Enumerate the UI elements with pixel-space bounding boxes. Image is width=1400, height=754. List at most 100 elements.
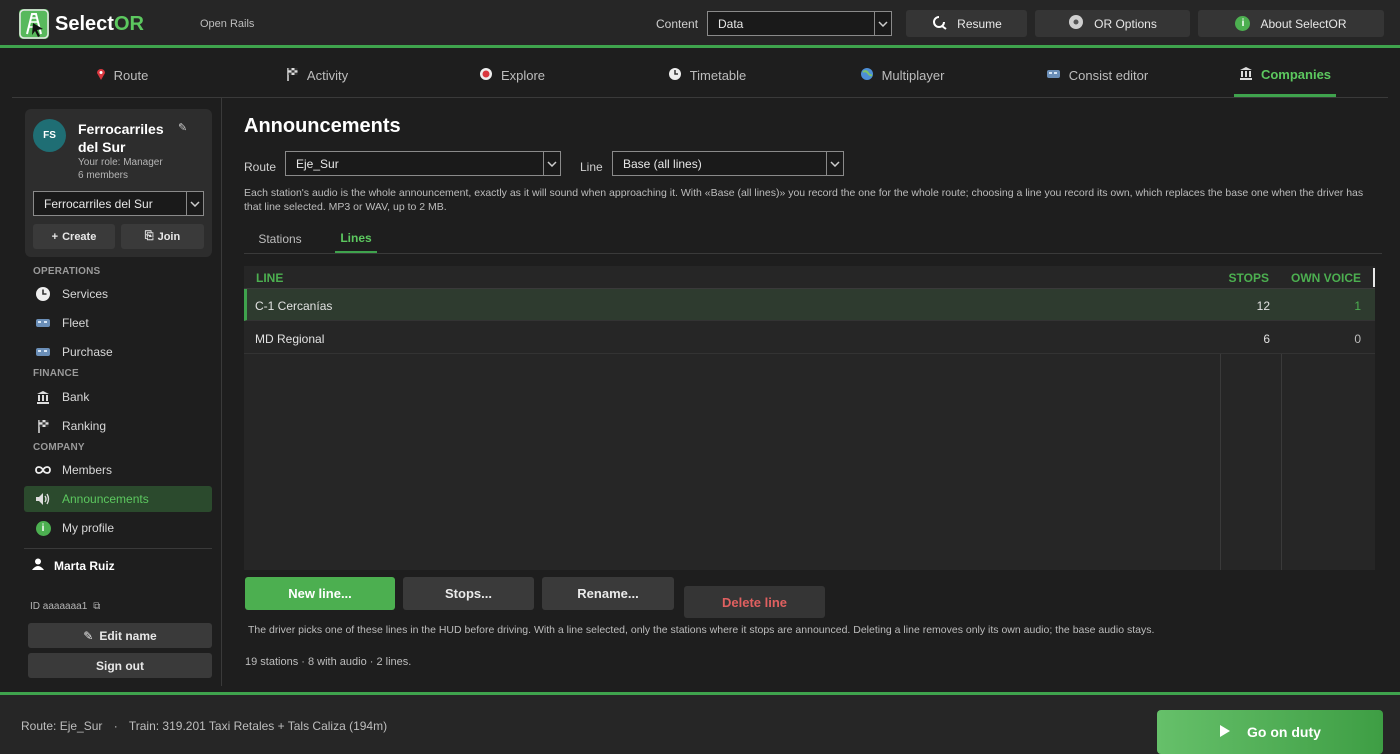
- create-company-button[interactable]: + Create: [33, 224, 115, 249]
- tab-stations[interactable]: Stations: [250, 224, 310, 253]
- tab-companies-label: Companies: [1260, 66, 1332, 82]
- edit-company-icon[interactable]: ✎: [178, 121, 187, 134]
- about-button[interactable]: i About SelectOR: [1198, 10, 1384, 37]
- rename-button[interactable]: Rename...: [542, 577, 674, 610]
- line-select[interactable]: Base (all lines): [612, 151, 844, 176]
- tab-timetable-label: Timetable: [689, 68, 747, 83]
- sidebar-item-fleet[interactable]: Fleet: [24, 310, 212, 336]
- resume-button[interactable]: Resume: [906, 10, 1027, 37]
- app-title-main: Select: [55, 13, 114, 35]
- sign-out-label: Sign out: [96, 658, 144, 673]
- line-select-value: Base (all lines): [623, 157, 702, 171]
- status-separator: ·: [113, 719, 118, 733]
- page-title: Announcements: [244, 115, 401, 137]
- flag-icon: [24, 419, 62, 433]
- cell-line: C-1 Cercanías: [255, 299, 333, 313]
- summary-text: 19 stations · 8 with audio · 2 lines.: [245, 656, 412, 668]
- go-on-duty-label: Go on duty: [1247, 724, 1321, 740]
- col-stops-header[interactable]: STOPS: [1229, 271, 1269, 285]
- divider: [24, 548, 212, 549]
- tab-multiplayer[interactable]: Multiplayer: [822, 54, 982, 97]
- app-title: SelectOR: [55, 13, 144, 36]
- tab-consist-editor-label: Consist editor: [1068, 68, 1149, 83]
- cell-line: MD Regional: [255, 332, 325, 346]
- sidebar-item-announcements[interactable]: Announcements: [24, 486, 212, 512]
- column-divider: [1281, 354, 1282, 570]
- delete-line-button[interactable]: Delete line: [684, 586, 825, 618]
- resume-label: Resume: [957, 16, 1002, 31]
- infinity-icon: [24, 465, 62, 475]
- table-row[interactable]: C-1 Cercanías 12 1: [244, 289, 1375, 321]
- tab-route[interactable]: Route: [42, 54, 202, 97]
- stops-button[interactable]: Stops...: [403, 577, 534, 610]
- resume-icon: [931, 14, 947, 33]
- table-header: LINE STOPS OWN VOICE: [244, 266, 1375, 289]
- section-finance: FINANCE: [33, 368, 79, 379]
- sign-out-button[interactable]: Sign out: [28, 653, 212, 678]
- app-subtitle: Open Rails: [200, 18, 255, 30]
- route-status: Route: Eje_Sur: [21, 719, 103, 733]
- sidebar-item-label: Purchase: [62, 345, 113, 359]
- col-own-voice-header[interactable]: OWN VOICE: [1291, 271, 1361, 285]
- user-id-label: ID aaaaaaa1: [30, 601, 88, 612]
- help-text: Each station's audio is the whole announ…: [244, 187, 1364, 213]
- cell-stops: 6: [1263, 332, 1270, 346]
- edit-name-button[interactable]: ✎ Edit name: [28, 623, 212, 648]
- sidebar-item-purchase[interactable]: Purchase: [24, 339, 212, 365]
- sidebar-item-label: Bank: [62, 390, 90, 404]
- bottom-bar: Route: Eje_Sur · Train: 319.201 Taxi Ret…: [0, 692, 1400, 754]
- join-company-button[interactable]: ⎘ Join: [121, 224, 204, 249]
- play-icon: [1219, 724, 1231, 741]
- bank-icon: [24, 390, 62, 404]
- go-on-duty-button[interactable]: Go on duty: [1157, 710, 1383, 754]
- sidebar-item-profile[interactable]: i My profile: [24, 515, 212, 541]
- tab-multiplayer-label: Multiplayer: [881, 68, 945, 83]
- tab-timetable[interactable]: Timetable: [627, 54, 787, 97]
- user-name: Marta Ruiz: [32, 558, 115, 573]
- content-select-value: Data: [718, 17, 744, 31]
- main-tabs: Route Activity Explore Timetable Multipl…: [12, 54, 1388, 98]
- company-select[interactable]: Ferrocarriles del Sur: [33, 191, 204, 216]
- lines-table: LINE STOPS OWN VOICE C-1 Cercanías 12 1 …: [244, 266, 1375, 570]
- sidebar: FS Ferrocarriles del Sur ✎ Your role: Ma…: [12, 98, 222, 686]
- route-label: Route: [244, 160, 277, 174]
- chevron-down-icon: [543, 152, 560, 175]
- tab-explore[interactable]: Explore: [432, 54, 592, 97]
- about-label: About SelectOR: [1260, 16, 1347, 31]
- tab-activity[interactable]: Activity: [237, 54, 397, 97]
- sidebar-item-label: My profile: [62, 521, 115, 535]
- user-name-label: Marta Ruiz: [54, 558, 115, 573]
- tab-consist-editor[interactable]: Consist editor: [1017, 54, 1177, 97]
- train-status: Train: 319.201 Taxi Retales + Tals Caliz…: [128, 719, 388, 733]
- sidebar-item-services[interactable]: Services: [24, 281, 212, 307]
- new-line-button[interactable]: New line...: [245, 577, 395, 610]
- sub-tabs: Stations Lines: [244, 224, 1382, 254]
- create-label: Create: [62, 230, 97, 243]
- chevron-down-icon: [826, 152, 843, 175]
- status-text: Route: Eje_Sur · Train: 319.201 Taxi Ret…: [21, 719, 387, 733]
- cell-stops: 12: [1256, 299, 1270, 313]
- tab-companies[interactable]: Companies: [1234, 54, 1336, 97]
- or-options-button[interactable]: OR Options: [1035, 10, 1190, 37]
- tab-lines[interactable]: Lines: [335, 224, 377, 253]
- route-select[interactable]: Eje_Sur: [285, 151, 561, 176]
- column-resize-handle[interactable]: [1373, 268, 1375, 287]
- route-select-value: Eje_Sur: [296, 157, 339, 171]
- globe-icon: [860, 67, 874, 84]
- app-title-accent: OR: [113, 13, 144, 35]
- copy-icon[interactable]: ⧉: [93, 601, 100, 612]
- or-options-label: OR Options: [1094, 16, 1157, 31]
- col-line-header[interactable]: LINE: [256, 271, 283, 285]
- content-label: Content: [656, 17, 699, 31]
- info-icon: i: [1235, 16, 1251, 31]
- content-select[interactable]: Data: [707, 11, 892, 36]
- line-label: Line: [580, 160, 603, 174]
- company-avatar: FS: [33, 119, 66, 152]
- table-row[interactable]: MD Regional 6 0: [244, 322, 1375, 354]
- chevron-down-icon: [874, 12, 891, 35]
- sidebar-item-ranking[interactable]: Ranking: [24, 413, 212, 439]
- company-select-value: Ferrocarriles del Sur: [44, 197, 153, 211]
- sidebar-item-bank[interactable]: Bank: [24, 384, 212, 410]
- sidebar-item-members[interactable]: Members: [24, 457, 212, 483]
- flag-icon: [286, 67, 299, 84]
